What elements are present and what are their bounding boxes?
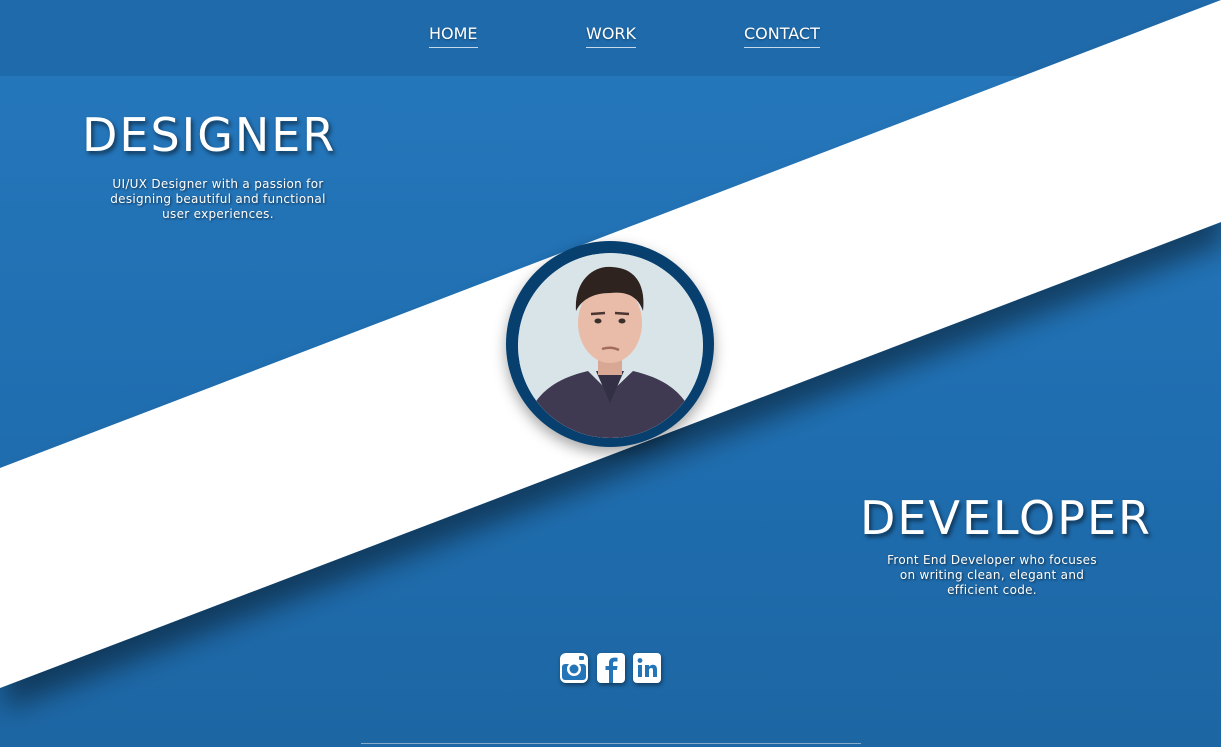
developer-description-line: on writing clean, elegant and <box>899 568 1085 582</box>
developer-description: Front End Developer who focuses on writi… <box>862 553 1122 598</box>
developer-heading: DEVELOPER <box>860 491 1152 545</box>
facebook-icon[interactable] <box>596 652 626 684</box>
designer-description-line: UI/UX Designer with a passion for <box>112 177 324 191</box>
designer-description: UI/UX Designer with a passion for design… <box>88 177 348 222</box>
nav-work-link[interactable]: WORK <box>586 24 637 48</box>
portfolio-page: HOME WORK CONTACT DESIGNER UI/UX Designe… <box>0 0 1221 747</box>
linkedin-icon[interactable] <box>632 652 662 684</box>
footer-divider <box>361 743 861 744</box>
nav-contact-link[interactable]: CONTACT <box>744 24 820 48</box>
profile-photo <box>518 253 703 438</box>
nav-home-link[interactable]: HOME <box>429 24 478 48</box>
designer-description-line: user experiences. <box>162 207 274 221</box>
developer-description-line: Front End Developer who focuses <box>887 553 1097 567</box>
designer-description-line: designing beautiful and functional <box>110 192 326 206</box>
instagram-icon[interactable] <box>559 652 589 684</box>
avatar <box>506 241 714 447</box>
person-portrait-image <box>518 253 703 438</box>
developer-description-line: efficient code. <box>947 583 1037 597</box>
designer-heading: DESIGNER <box>82 108 337 162</box>
